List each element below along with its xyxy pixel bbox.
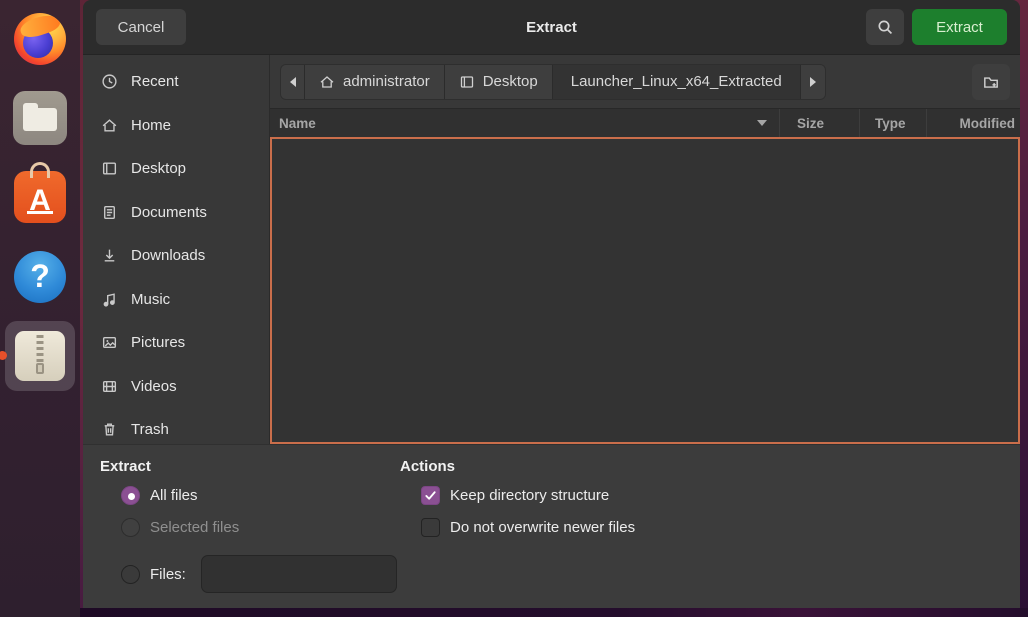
actions-options-group: Actions Keep directory structure Do not … <box>400 458 635 608</box>
film-icon <box>101 378 118 395</box>
sidebar-item-home[interactable]: Home <box>83 104 269 148</box>
music-note-icon <box>101 291 118 308</box>
radio-label: Selected files <box>150 519 239 536</box>
extract-group-title: Extract <box>100 458 400 475</box>
checkbox-label: Keep directory structure <box>450 487 609 504</box>
chevron-left-icon <box>290 77 296 87</box>
path-segment-label: Desktop <box>483 73 538 90</box>
checkbox-label: Do not overwrite newer files <box>450 519 635 536</box>
extract-options-group: Extract All files Selected files Files: <box>100 458 400 608</box>
checkbox-keep-directory-structure[interactable]: Keep directory structure <box>421 486 635 505</box>
path-segment-desktop[interactable]: Desktop <box>445 65 553 99</box>
sort-descending-icon <box>757 120 767 126</box>
path-segment-current-folder[interactable]: Launcher_Linux_x64_Extracted <box>553 65 801 99</box>
files-pattern-input[interactable] <box>201 555 397 593</box>
extract-dialog: Cancel Extract Extract <box>83 0 1020 608</box>
sidebar-item-label: Pictures <box>131 334 185 351</box>
column-header-size[interactable]: Size <box>780 109 860 137</box>
trash-icon <box>101 421 118 438</box>
column-label: Size <box>797 116 824 131</box>
radio-all-files[interactable]: All files <box>121 486 400 505</box>
desktop-icon <box>459 74 475 90</box>
sidebar-item-documents[interactable]: Documents <box>83 191 269 235</box>
actions-group-title: Actions <box>400 458 635 475</box>
sidebar-item-label: Recent <box>131 73 179 90</box>
help-icon: ? <box>14 251 66 303</box>
sidebar-item-desktop[interactable]: Desktop <box>83 147 269 191</box>
sidebar-item-music[interactable]: Music <box>83 278 269 322</box>
extract-confirm-button[interactable]: Extract <box>912 9 1007 45</box>
path-segment-label: Launcher_Linux_x64_Extracted <box>571 73 782 90</box>
sidebar-item-downloads[interactable]: Downloads <box>83 234 269 278</box>
sidebar-item-label: Desktop <box>131 160 186 177</box>
column-label: Type <box>875 116 906 131</box>
dock-item-files[interactable] <box>13 65 67 145</box>
column-header-name[interactable]: Name <box>270 109 780 137</box>
column-header-type[interactable]: Type <box>860 109 927 137</box>
dock-item-help[interactable]: ? <box>14 223 66 303</box>
sidebar-item-label: Videos <box>131 378 177 395</box>
ubuntu-software-icon: A <box>14 171 66 223</box>
desktop-wallpaper-strip <box>0 608 1028 617</box>
extract-options-panel: Extract All files Selected files Files: … <box>83 444 1020 608</box>
path-forward-button[interactable] <box>801 65 825 99</box>
download-icon <box>101 247 118 264</box>
radio-label: Files: <box>150 566 186 583</box>
dock: A ? <box>0 0 80 617</box>
checkbox-checked-icon[interactable] <box>421 486 440 505</box>
firefox-icon <box>14 13 66 65</box>
clock-icon <box>101 73 118 90</box>
image-icon <box>101 334 118 351</box>
dock-item-archive-manager[interactable] <box>5 321 75 391</box>
path-back-button[interactable] <box>281 65 305 99</box>
sidebar-item-pictures[interactable]: Pictures <box>83 321 269 365</box>
files-icon <box>13 91 67 145</box>
chevron-right-icon <box>810 77 816 87</box>
dock-item-ubuntu-software[interactable]: A <box>14 145 66 223</box>
file-list[interactable] <box>270 137 1020 444</box>
running-indicator-dot <box>0 351 7 360</box>
column-header-modified[interactable]: Modified <box>927 109 1020 137</box>
new-folder-icon <box>982 73 1000 91</box>
checkbox-do-not-overwrite[interactable]: Do not overwrite newer files <box>421 518 635 537</box>
dock-item-firefox[interactable] <box>14 0 66 65</box>
screen: A ? Cancel Extract <box>0 0 1028 617</box>
radio-button-icon[interactable] <box>121 486 140 505</box>
radio-button-icon[interactable] <box>121 565 140 584</box>
search-button[interactable] <box>866 9 904 45</box>
radio-selected-files: Selected files <box>121 518 400 537</box>
sidebar-item-label: Trash <box>131 421 169 438</box>
sidebar-item-label: Music <box>131 291 170 308</box>
checkbox-unchecked-icon[interactable] <box>421 518 440 537</box>
column-label: Modified <box>960 116 1016 131</box>
path-bar: administrator Desktop Launcher_Linux_x64… <box>270 55 1020 108</box>
column-header-row: Name Size Type Modified <box>270 108 1020 137</box>
sidebar-item-label: Documents <box>131 204 207 221</box>
radio-files[interactable]: Files: <box>121 555 400 593</box>
sidebar-item-recent[interactable]: Recent <box>83 60 269 104</box>
archive-manager-icon <box>15 331 65 381</box>
sidebar-item-label: Home <box>131 117 171 134</box>
path-segment-label: administrator <box>343 73 430 90</box>
sidebar-item-videos[interactable]: Videos <box>83 365 269 409</box>
radio-button-icon <box>121 518 140 537</box>
radio-label: All files <box>150 487 198 504</box>
headerbar: Cancel Extract Extract <box>83 0 1020 55</box>
new-folder-button[interactable] <box>972 64 1010 100</box>
home-icon <box>319 74 335 90</box>
sidebar-item-label: Downloads <box>131 247 205 264</box>
search-icon <box>877 19 894 36</box>
home-icon <box>101 117 118 134</box>
cancel-button[interactable]: Cancel <box>96 9 186 45</box>
desktop-icon <box>101 160 118 177</box>
document-icon <box>101 204 118 221</box>
places-sidebar: Recent Home Desktop <box>83 55 270 444</box>
column-label: Name <box>279 116 316 131</box>
path-segment-administrator[interactable]: administrator <box>305 65 445 99</box>
